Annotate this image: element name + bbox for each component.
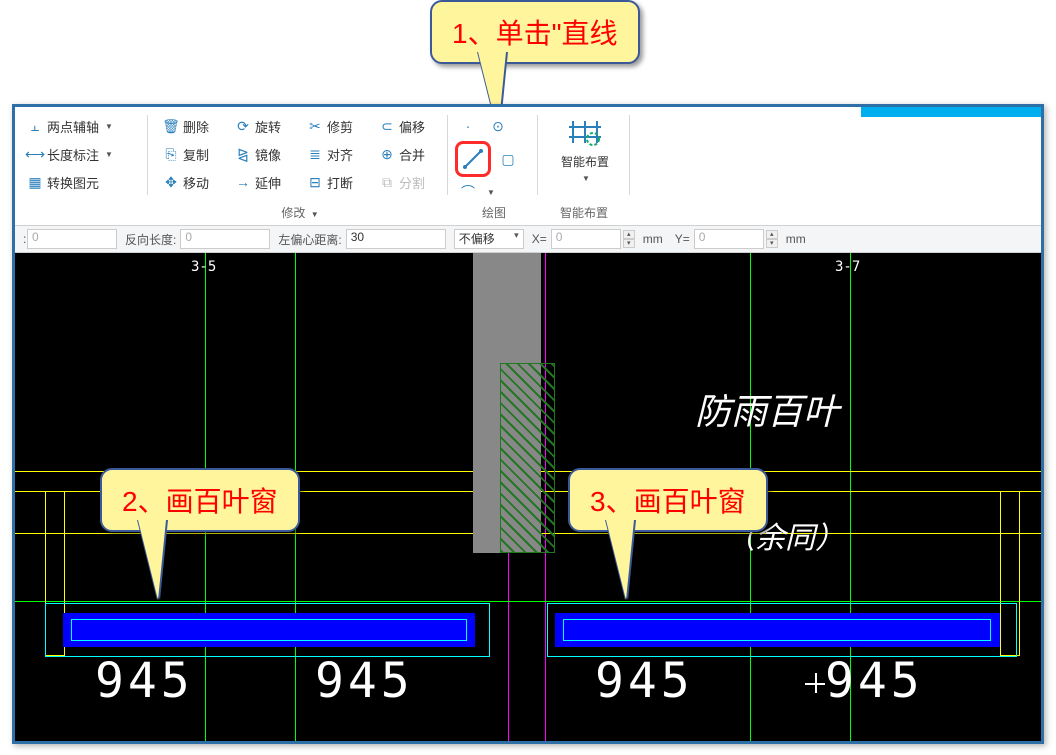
copy-label: 复制 xyxy=(183,145,209,164)
len-label: : xyxy=(15,232,27,246)
dim-945-3: 945 xyxy=(595,653,694,709)
offset-label: 偏移 xyxy=(399,117,425,136)
move-label: 移动 xyxy=(183,173,209,192)
rotate-icon: ⟳ xyxy=(235,118,251,134)
annotation-callout-1: 1、单击"直线 xyxy=(430,0,640,64)
group-draw-label: 绘图 xyxy=(453,204,535,221)
offset-mode-select[interactable]: 不偏移 xyxy=(454,229,524,249)
two-point-axis-button[interactable]: ⫠ 两点辅轴 ▼ xyxy=(21,113,141,139)
delete-button[interactable]: 🗑删除 xyxy=(157,113,227,139)
rev-length-input[interactable]: 0 xyxy=(180,229,270,249)
align-button[interactable]: ≣对齐 xyxy=(301,141,371,167)
cad-text-louver: 防雨百叶 xyxy=(695,383,839,435)
title-accent xyxy=(861,107,1041,117)
arc-icon[interactable]: ⌒ xyxy=(455,179,481,205)
trim-icon: ✂ xyxy=(307,118,323,134)
app-window: ⫠ 两点辅轴 ▼ ⟷ 长度标注 ▼ ▦ 转换图元 🗑删除 ⎘复制 xyxy=(12,104,1044,744)
ribbon-toolbar: ⫠ 两点辅轴 ▼ ⟷ 长度标注 ▼ ▦ 转换图元 🗑删除 ⎘复制 xyxy=(15,107,1041,225)
y-unit: mm xyxy=(778,232,810,246)
mirror-icon: ⧎ xyxy=(235,146,251,162)
break-button[interactable]: ⊟打断 xyxy=(301,169,371,195)
offset-icon: ⊂ xyxy=(379,118,395,134)
mirror-label: 镜像 xyxy=(255,145,281,164)
dropdown-icon: ▼ xyxy=(105,122,113,131)
x-label: X= xyxy=(524,232,551,246)
left-offset-input[interactable]: 30 xyxy=(346,229,446,249)
extend-button[interactable]: →延伸 xyxy=(229,169,299,195)
convert-elem-label: 转换图元 xyxy=(47,173,99,192)
rotate-button[interactable]: ⟳旋转 xyxy=(229,113,299,139)
two-point-axis-label: 两点辅轴 xyxy=(47,117,99,136)
trim-label: 修剪 xyxy=(327,117,353,136)
split-icon: ⧉ xyxy=(379,174,395,190)
move-icon: ✥ xyxy=(163,174,179,190)
dim-945-2: 945 xyxy=(315,653,414,709)
offset-button[interactable]: ⊂偏移 xyxy=(373,113,443,139)
extend-icon: → xyxy=(235,174,251,190)
y-input[interactable]: 0 xyxy=(694,229,764,249)
annotation-callout-3: 3、画百叶窗 xyxy=(568,468,768,532)
point-icon[interactable]: · xyxy=(455,113,481,139)
smart-layout-icon xyxy=(567,117,603,147)
hatch-region xyxy=(500,363,555,553)
dim-icon: ⟷ xyxy=(27,146,43,162)
merge-icon: ⊕ xyxy=(379,146,395,162)
extend-label: 延伸 xyxy=(255,173,281,192)
group-modify-label[interactable]: 修改 ▼ xyxy=(157,204,443,221)
grid-label-3-5: 3-5 xyxy=(191,259,216,275)
delete-label: 删除 xyxy=(183,117,209,136)
dim-945-4: 945 xyxy=(825,653,924,709)
length-dim-button[interactable]: ⟷ 长度标注 ▼ xyxy=(21,141,141,167)
mirror-button[interactable]: ⧎镜像 xyxy=(229,141,299,167)
dropdown-icon: ▼ xyxy=(105,150,113,159)
cyan-inner xyxy=(563,619,991,641)
convert-elem-button[interactable]: ▦ 转换图元 xyxy=(21,169,141,195)
line-icon xyxy=(462,148,484,170)
x-spinner[interactable]: ▴▾ xyxy=(623,230,635,248)
green-line xyxy=(15,601,1041,602)
left-offset-label: 左偏心距离: xyxy=(270,231,345,248)
move-button[interactable]: ✥移动 xyxy=(157,169,227,195)
split-button: ⧉分割 xyxy=(373,169,443,195)
cyan-inner xyxy=(71,619,467,641)
grid-label-3-7: 3-7 xyxy=(835,259,860,275)
merge-button[interactable]: ⊕合并 xyxy=(373,141,443,167)
break-label: 打断 xyxy=(327,173,353,192)
split-label: 分割 xyxy=(399,173,425,192)
rev-len-label: 反向长度: xyxy=(117,231,180,248)
length-dim-label: 长度标注 xyxy=(47,145,99,164)
smart-layout-btn-label: 智能布置▼ xyxy=(549,153,621,184)
dim-945-1: 945 xyxy=(95,653,194,709)
length-input[interactable]: 0 xyxy=(27,229,117,249)
axis-icon: ⫠ xyxy=(27,118,43,134)
dropdown-icon: ▼ xyxy=(487,188,495,197)
copy-icon: ⎘ xyxy=(163,146,179,162)
y-spinner[interactable]: ▴▾ xyxy=(766,230,778,248)
convert-icon: ▦ xyxy=(27,174,43,190)
line-tool-button[interactable] xyxy=(455,141,491,177)
break-icon: ⊟ xyxy=(307,174,323,190)
rect-icon[interactable]: ▢ xyxy=(495,146,521,172)
x-unit: mm xyxy=(635,232,667,246)
x-input[interactable]: 0 xyxy=(551,229,621,249)
trim-button[interactable]: ✂修剪 xyxy=(301,113,371,139)
align-label: 对齐 xyxy=(327,145,353,164)
parameter-bar: : 0 反向长度: 0 左偏心距离: 30 不偏移 X= 0 ▴▾ mm Y= … xyxy=(15,225,1041,253)
copy-button[interactable]: ⎘复制 xyxy=(157,141,227,167)
align-icon: ≣ xyxy=(307,146,323,162)
merge-label: 合并 xyxy=(399,145,425,164)
target-icon[interactable]: ⊙ xyxy=(485,113,511,139)
trash-icon: 🗑 xyxy=(163,118,179,134)
rotate-label: 旋转 xyxy=(255,117,281,136)
y-label: Y= xyxy=(667,232,694,246)
smart-layout-button[interactable] xyxy=(562,113,608,151)
group-smart-label: 智能布置 xyxy=(543,204,625,221)
annotation-callout-2: 2、画百叶窗 xyxy=(100,468,300,532)
